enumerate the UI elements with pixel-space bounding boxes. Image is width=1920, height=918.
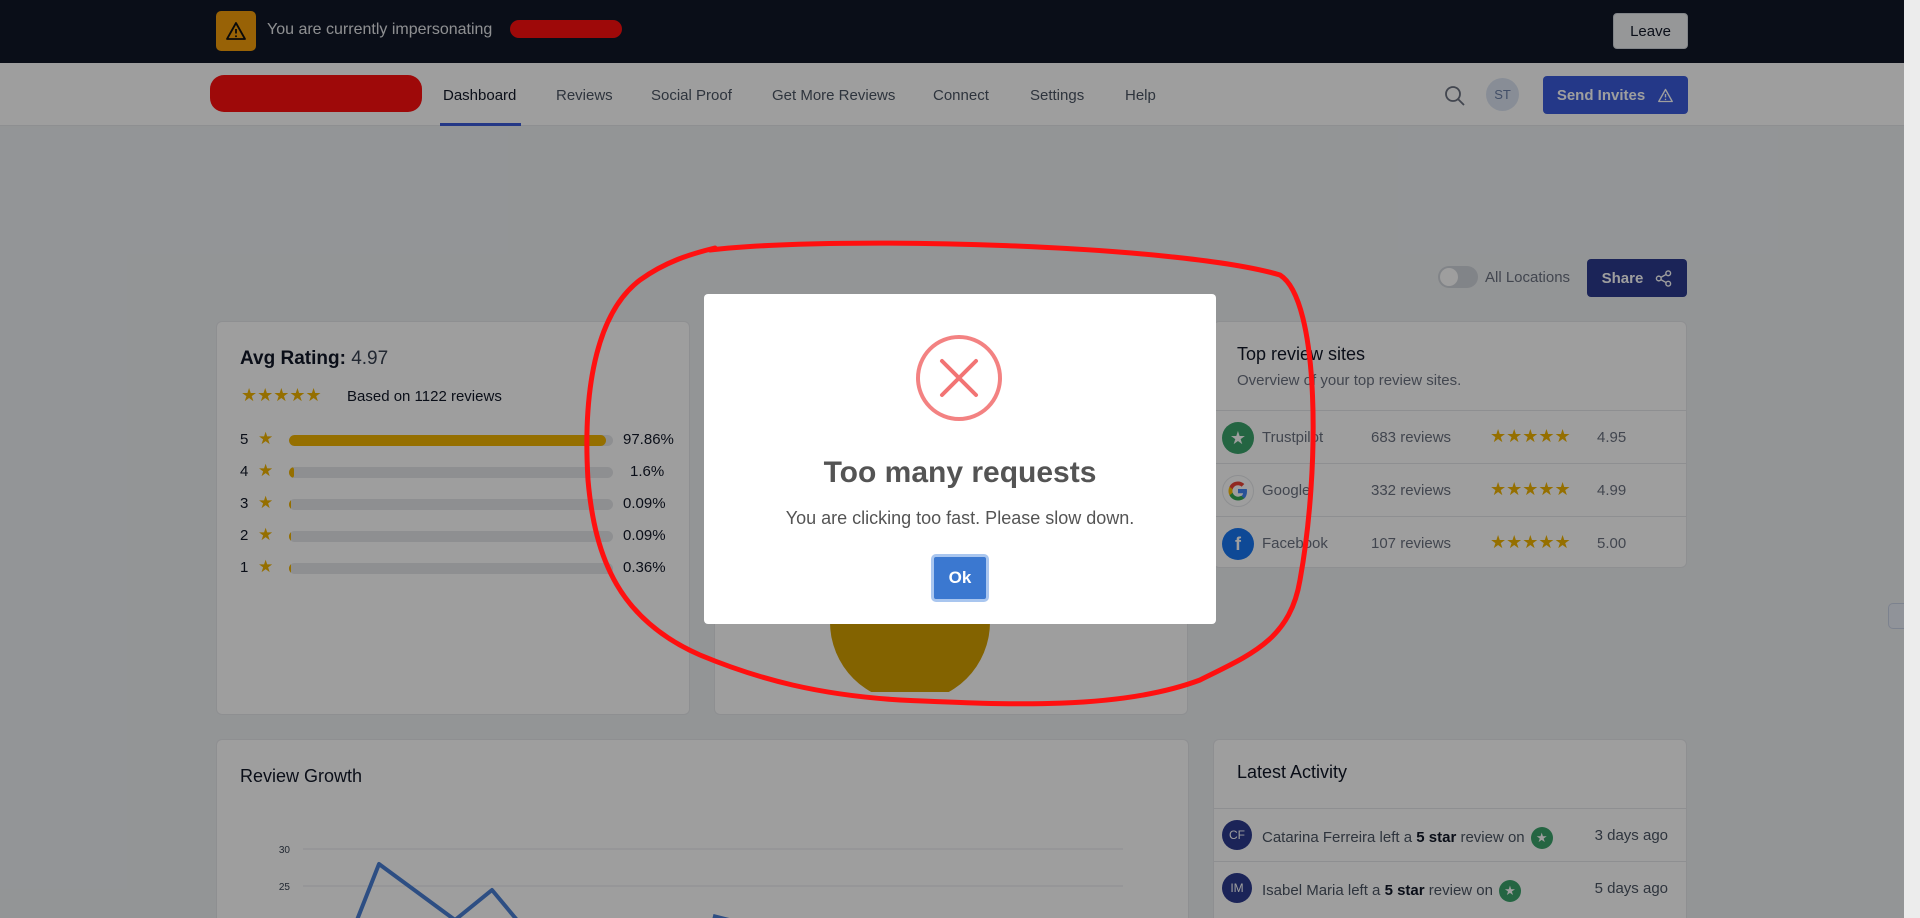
dialog-title: Too many requests	[823, 456, 1097, 489]
dialog-message: You are clicking too fast. Please slow d…	[785, 508, 1135, 528]
ok-button[interactable]: Ok	[931, 554, 989, 602]
error-dialog: Too many requests You are clicking too f…	[704, 294, 1216, 624]
scrollbar[interactable]	[1904, 0, 1920, 918]
error-x-icon	[915, 334, 1003, 422]
